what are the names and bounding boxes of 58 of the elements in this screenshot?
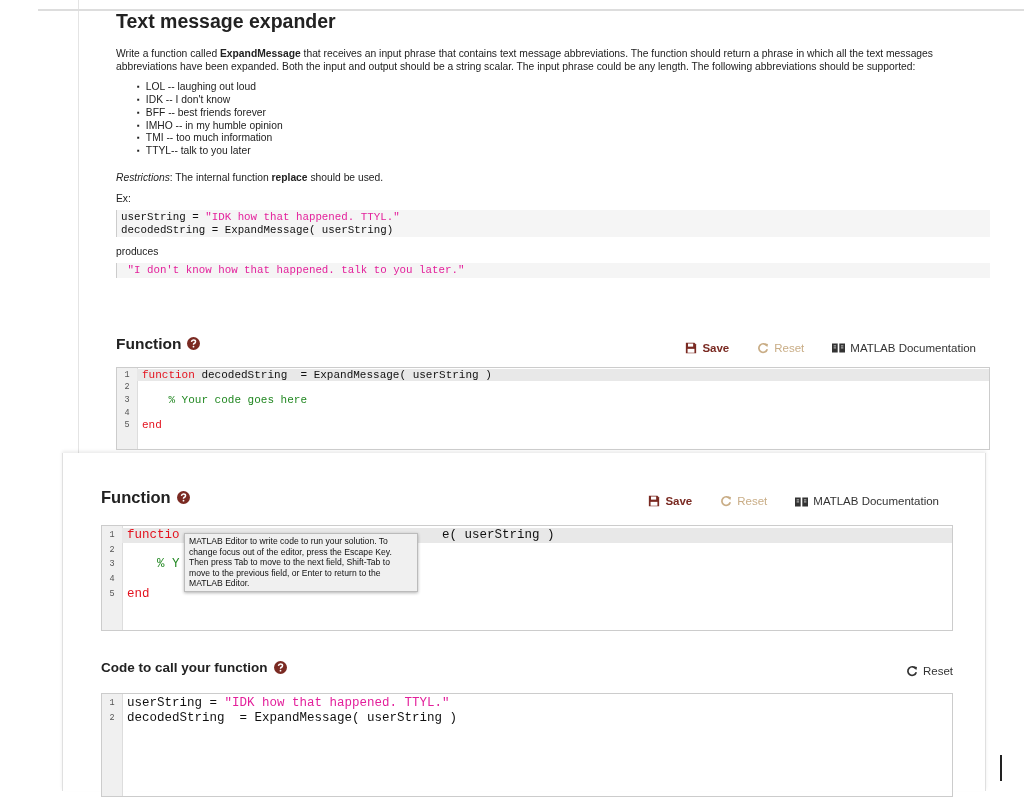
bullet-marker: ▪ xyxy=(137,132,140,145)
line-number: 1 xyxy=(123,368,131,382)
reset-icon xyxy=(905,665,918,677)
example-code: userString = "IDK how that happened. TTYL." decodedString = ExpandMessage( userString) xyxy=(116,210,990,238)
bullet-marker: ▪ xyxy=(137,144,140,157)
documentation-link[interactable]: MATLAB Documentation xyxy=(795,495,939,507)
abbreviation-item: TMI -- too much information xyxy=(145,132,273,145)
documentation-link[interactable]: MATLAB Documentation xyxy=(832,341,976,354)
line-number: 4 xyxy=(123,406,131,420)
reset-button[interactable]: Reset xyxy=(905,665,953,677)
abbreviation-item: IDK -- I don't know xyxy=(145,94,231,107)
code-line: end xyxy=(141,419,162,432)
line-number: 3 xyxy=(123,393,131,407)
line-number: 1 xyxy=(108,697,116,710)
code-line: end xyxy=(126,586,150,602)
abbreviation-item: IMHO -- in my humble opinion xyxy=(145,119,283,133)
save-button[interactable]: Save xyxy=(685,341,730,354)
example-label: Ex: xyxy=(116,191,132,206)
code-line: userString = "IDK how that happened. TTYL." xyxy=(126,696,450,711)
line-number: 5 xyxy=(123,419,131,432)
abbreviation-item: TTYL-- talk to you later xyxy=(145,144,251,158)
section-heading: Function xyxy=(116,334,182,353)
restrictions-text: Restrictions: The internal function replace should be used. xyxy=(116,170,385,184)
reset-icon xyxy=(757,341,770,354)
bullet-marker: ▪ xyxy=(137,81,140,94)
problem-description: Write a function called ExpandMessage that receives an input phrase that contains text message abbreviations. The function should return a phrase in which all the text messages abbreviations have been expanded. Both the input and output should be a string scalar. The input phrase could be any length. The following abbreviations should be supported: xyxy=(116,47,934,74)
line-number: 2 xyxy=(123,381,131,394)
bullet-marker: ▪ xyxy=(137,106,140,119)
code-editor[interactable]: 1 function decodedString = ExpandMessage( userString ) 2 3 % Your code goes here 4 5 end xyxy=(116,366,990,450)
abbreviation-item: BFF -- best friends forever xyxy=(145,106,266,120)
line-number: 4 xyxy=(108,573,116,587)
help-icon[interactable] xyxy=(273,660,287,674)
code-line: % Y xyxy=(156,557,180,573)
bullet-marker: ▪ xyxy=(137,119,140,132)
save-button[interactable]: Save xyxy=(648,495,693,507)
code-line: decodedString = ExpandMessage( userString ) xyxy=(126,710,458,726)
code-line: % Your code goes here xyxy=(167,393,308,407)
line-number: 5 xyxy=(108,587,116,601)
help-icon[interactable] xyxy=(176,490,190,504)
produces-label: produces xyxy=(116,245,160,259)
help-icon[interactable] xyxy=(187,337,201,351)
book-icon xyxy=(795,495,809,507)
book-icon xyxy=(832,342,846,354)
code-editor[interactable] xyxy=(101,525,953,631)
line-number: 2 xyxy=(108,543,116,557)
section-heading: Function xyxy=(101,487,171,507)
line-number: 1 xyxy=(108,529,116,542)
output-code: "I don't know how that happened. talk to you later." xyxy=(116,263,990,278)
code-editor[interactable]: 1 userString = "IDK how that happened. TTYL." 2 decodedString = ExpandMessage( userString ) xyxy=(101,693,953,797)
line-number: 3 xyxy=(108,558,116,572)
bullet-marker: ▪ xyxy=(137,94,140,107)
section-heading: Code to call your function xyxy=(101,659,268,675)
line-number: 2 xyxy=(108,711,116,725)
abbreviation-item: LOL -- laughing out loud xyxy=(145,81,256,95)
reset-icon xyxy=(720,495,733,507)
editor-tooltip: MATLAB Editor to write code to run your solution. To change focus out of the editor, press the Escape Key. Then press Tab to move to the next field, Shift-Tab to move to the previous field, or Enter to return to the MATLAB Editor. xyxy=(184,533,418,592)
text-cursor-icon xyxy=(1000,755,1002,781)
problem-title: Text message expander xyxy=(116,10,337,33)
